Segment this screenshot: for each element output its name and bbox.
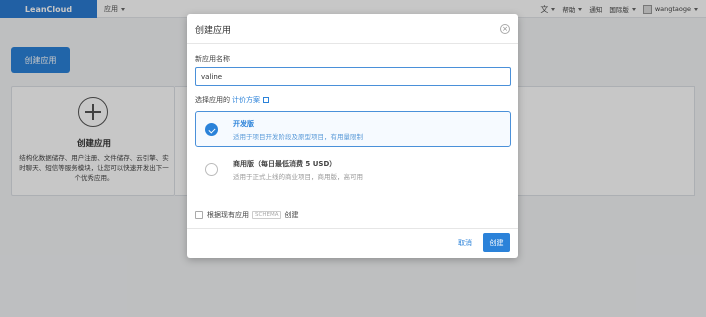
checkbox[interactable] (195, 211, 203, 219)
plan-description: 适用于正式上线的商业项目，商用版，高可用 (233, 173, 363, 181)
app-name-input[interactable] (195, 67, 511, 86)
pricing-link[interactable]: 计价方案 (232, 95, 260, 105)
modal-footer: 取消 创建 (187, 228, 518, 258)
plan-label: 选择应用的 计价方案 (195, 95, 269, 105)
modal-header: 创建应用 × (187, 14, 518, 44)
plan-title: 商用版（每日最低消费 5 USD） (233, 160, 337, 168)
existing-suffix: 创建 (284, 211, 299, 219)
schema-badge: SCHEMA (252, 211, 282, 219)
radio-checked-icon[interactable] (205, 123, 218, 136)
close-icon[interactable]: × (500, 24, 510, 34)
app-name-label: 新应用名称 (195, 55, 230, 63)
plan-option-dev[interactable]: 开发版 适用于项目开发阶段及原型项目，有用量限制 (195, 111, 511, 147)
modal-title: 创建应用 (195, 26, 232, 36)
plan-label-text: 选择应用的 (195, 96, 230, 104)
plan-title: 开发版 (233, 120, 254, 128)
create-button[interactable]: 创建 (483, 233, 510, 252)
cancel-button[interactable]: 取消 (458, 238, 472, 248)
create-from-existing[interactable]: 根据现有应用 SCHEMA 创建 (195, 210, 298, 220)
radio-unchecked-icon[interactable] (205, 163, 218, 176)
plan-option-business[interactable]: 商用版（每日最低消费 5 USD） 适用于正式上线的商业项目，商用版，高可用 (195, 151, 511, 187)
plan-description: 适用于项目开发阶段及原型项目，有用量限制 (233, 133, 363, 141)
external-link-icon (263, 97, 269, 103)
existing-prefix: 根据现有应用 (207, 211, 249, 219)
create-app-modal: 创建应用 × 新应用名称 选择应用的 计价方案 开发版 适用于项目开发阶段及原型… (187, 14, 518, 258)
